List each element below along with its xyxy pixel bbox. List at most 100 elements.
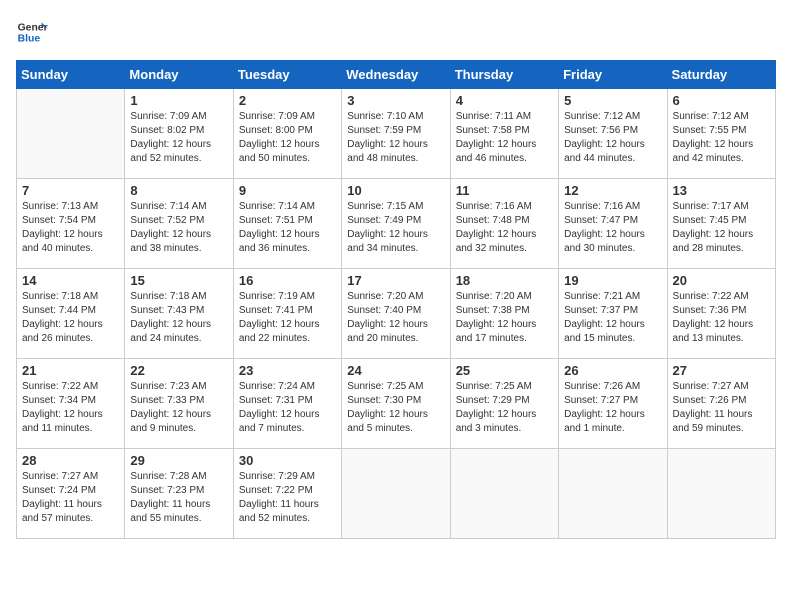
- day-header-tuesday: Tuesday: [233, 61, 341, 89]
- cell-info-line: Daylight: 12 hours: [456, 228, 553, 242]
- cell-info-line: and 9 minutes.: [130, 422, 227, 436]
- cell-info-line: Daylight: 12 hours: [347, 138, 444, 152]
- cell-info-line: Daylight: 11 hours: [673, 408, 770, 422]
- cell-info-line: Sunset: 7:26 PM: [673, 394, 770, 408]
- cell-info-line: Sunrise: 7:28 AM: [130, 470, 227, 484]
- cell-info-line: Sunrise: 7:22 AM: [22, 380, 119, 394]
- logo: General Blue: [16, 16, 48, 48]
- cell-info-line: Sunrise: 7:16 AM: [564, 200, 661, 214]
- cell-info-line: Sunset: 7:40 PM: [347, 304, 444, 318]
- cell-info-line: and 26 minutes.: [22, 332, 119, 346]
- cell-info-line: Sunset: 7:49 PM: [347, 214, 444, 228]
- calendar-cell: 19Sunrise: 7:21 AMSunset: 7:37 PMDayligh…: [559, 269, 667, 359]
- day-number: 27: [673, 363, 770, 378]
- cell-info-line: and 57 minutes.: [22, 512, 119, 526]
- calendar-cell: 3Sunrise: 7:10 AMSunset: 7:59 PMDaylight…: [342, 89, 450, 179]
- cell-info-line: Sunrise: 7:25 AM: [456, 380, 553, 394]
- day-header-wednesday: Wednesday: [342, 61, 450, 89]
- cell-info-line: Sunrise: 7:22 AM: [673, 290, 770, 304]
- day-number: 16: [239, 273, 336, 288]
- cell-info-line: and 36 minutes.: [239, 242, 336, 256]
- cell-info-line: and 32 minutes.: [456, 242, 553, 256]
- calendar-cell: 7Sunrise: 7:13 AMSunset: 7:54 PMDaylight…: [17, 179, 125, 269]
- cell-info-line: and 48 minutes.: [347, 152, 444, 166]
- calendar-cell: 16Sunrise: 7:19 AMSunset: 7:41 PMDayligh…: [233, 269, 341, 359]
- cell-info-line: Sunrise: 7:26 AM: [564, 380, 661, 394]
- cell-info-line: Daylight: 12 hours: [456, 318, 553, 332]
- cell-info-line: Sunset: 7:55 PM: [673, 124, 770, 138]
- cell-info-line: Sunrise: 7:14 AM: [130, 200, 227, 214]
- cell-info-line: Sunset: 7:24 PM: [22, 484, 119, 498]
- cell-info-line: Sunrise: 7:10 AM: [347, 110, 444, 124]
- cell-info-line: Sunrise: 7:29 AM: [239, 470, 336, 484]
- calendar-cell: [559, 449, 667, 539]
- day-number: 30: [239, 453, 336, 468]
- page-header: General Blue: [16, 16, 776, 48]
- cell-info-line: Sunset: 7:22 PM: [239, 484, 336, 498]
- day-number: 29: [130, 453, 227, 468]
- cell-info-line: Daylight: 11 hours: [22, 498, 119, 512]
- cell-info-line: Daylight: 12 hours: [239, 228, 336, 242]
- calendar-week-row: 21Sunrise: 7:22 AMSunset: 7:34 PMDayligh…: [17, 359, 776, 449]
- cell-info-line: and 52 minutes.: [239, 512, 336, 526]
- calendar-body: 1Sunrise: 7:09 AMSunset: 8:02 PMDaylight…: [17, 89, 776, 539]
- cell-info-line: and 28 minutes.: [673, 242, 770, 256]
- day-number: 17: [347, 273, 444, 288]
- cell-info-line: Sunrise: 7:27 AM: [22, 470, 119, 484]
- day-header-saturday: Saturday: [667, 61, 775, 89]
- cell-info-line: Sunset: 7:27 PM: [564, 394, 661, 408]
- cell-info-line: and 50 minutes.: [239, 152, 336, 166]
- day-number: 4: [456, 93, 553, 108]
- calendar-cell: 8Sunrise: 7:14 AMSunset: 7:52 PMDaylight…: [125, 179, 233, 269]
- day-number: 21: [22, 363, 119, 378]
- day-number: 6: [673, 93, 770, 108]
- calendar-week-row: 7Sunrise: 7:13 AMSunset: 7:54 PMDaylight…: [17, 179, 776, 269]
- calendar-cell: 23Sunrise: 7:24 AMSunset: 7:31 PMDayligh…: [233, 359, 341, 449]
- day-header-sunday: Sunday: [17, 61, 125, 89]
- logo-icon: General Blue: [16, 16, 48, 48]
- cell-info-line: Sunrise: 7:12 AM: [673, 110, 770, 124]
- cell-info-line: Sunset: 7:23 PM: [130, 484, 227, 498]
- day-number: 11: [456, 183, 553, 198]
- calendar-cell: 17Sunrise: 7:20 AMSunset: 7:40 PMDayligh…: [342, 269, 450, 359]
- cell-info-line: Sunrise: 7:21 AM: [564, 290, 661, 304]
- cell-info-line: Sunset: 7:48 PM: [456, 214, 553, 228]
- cell-info-line: Daylight: 12 hours: [130, 138, 227, 152]
- day-number: 3: [347, 93, 444, 108]
- day-number: 23: [239, 363, 336, 378]
- cell-info-line: Sunset: 7:44 PM: [22, 304, 119, 318]
- day-number: 8: [130, 183, 227, 198]
- cell-info-line: Sunset: 7:54 PM: [22, 214, 119, 228]
- day-number: 12: [564, 183, 661, 198]
- calendar-cell: 22Sunrise: 7:23 AMSunset: 7:33 PMDayligh…: [125, 359, 233, 449]
- cell-info-line: Sunrise: 7:16 AM: [456, 200, 553, 214]
- day-number: 24: [347, 363, 444, 378]
- cell-info-line: Sunset: 7:45 PM: [673, 214, 770, 228]
- cell-info-line: Sunrise: 7:11 AM: [456, 110, 553, 124]
- cell-info-line: and 42 minutes.: [673, 152, 770, 166]
- cell-info-line: Daylight: 12 hours: [22, 228, 119, 242]
- cell-info-line: Daylight: 12 hours: [564, 318, 661, 332]
- cell-info-line: and 34 minutes.: [347, 242, 444, 256]
- cell-info-line: Sunrise: 7:18 AM: [22, 290, 119, 304]
- calendar-cell: [17, 89, 125, 179]
- day-header-thursday: Thursday: [450, 61, 558, 89]
- cell-info-line: Daylight: 12 hours: [456, 138, 553, 152]
- cell-info-line: Sunrise: 7:09 AM: [239, 110, 336, 124]
- cell-info-line: and 5 minutes.: [347, 422, 444, 436]
- cell-info-line: Sunset: 7:37 PM: [564, 304, 661, 318]
- calendar-cell: [450, 449, 558, 539]
- calendar-cell: 12Sunrise: 7:16 AMSunset: 7:47 PMDayligh…: [559, 179, 667, 269]
- cell-info-line: Daylight: 12 hours: [673, 318, 770, 332]
- cell-info-line: and 11 minutes.: [22, 422, 119, 436]
- cell-info-line: Daylight: 11 hours: [130, 498, 227, 512]
- day-number: 18: [456, 273, 553, 288]
- cell-info-line: Daylight: 12 hours: [564, 408, 661, 422]
- day-number: 22: [130, 363, 227, 378]
- calendar-table: SundayMondayTuesdayWednesdayThursdayFrid…: [16, 60, 776, 539]
- cell-info-line: and 38 minutes.: [130, 242, 227, 256]
- cell-info-line: Daylight: 12 hours: [456, 408, 553, 422]
- cell-info-line: and 20 minutes.: [347, 332, 444, 346]
- day-number: 15: [130, 273, 227, 288]
- cell-info-line: Sunrise: 7:19 AM: [239, 290, 336, 304]
